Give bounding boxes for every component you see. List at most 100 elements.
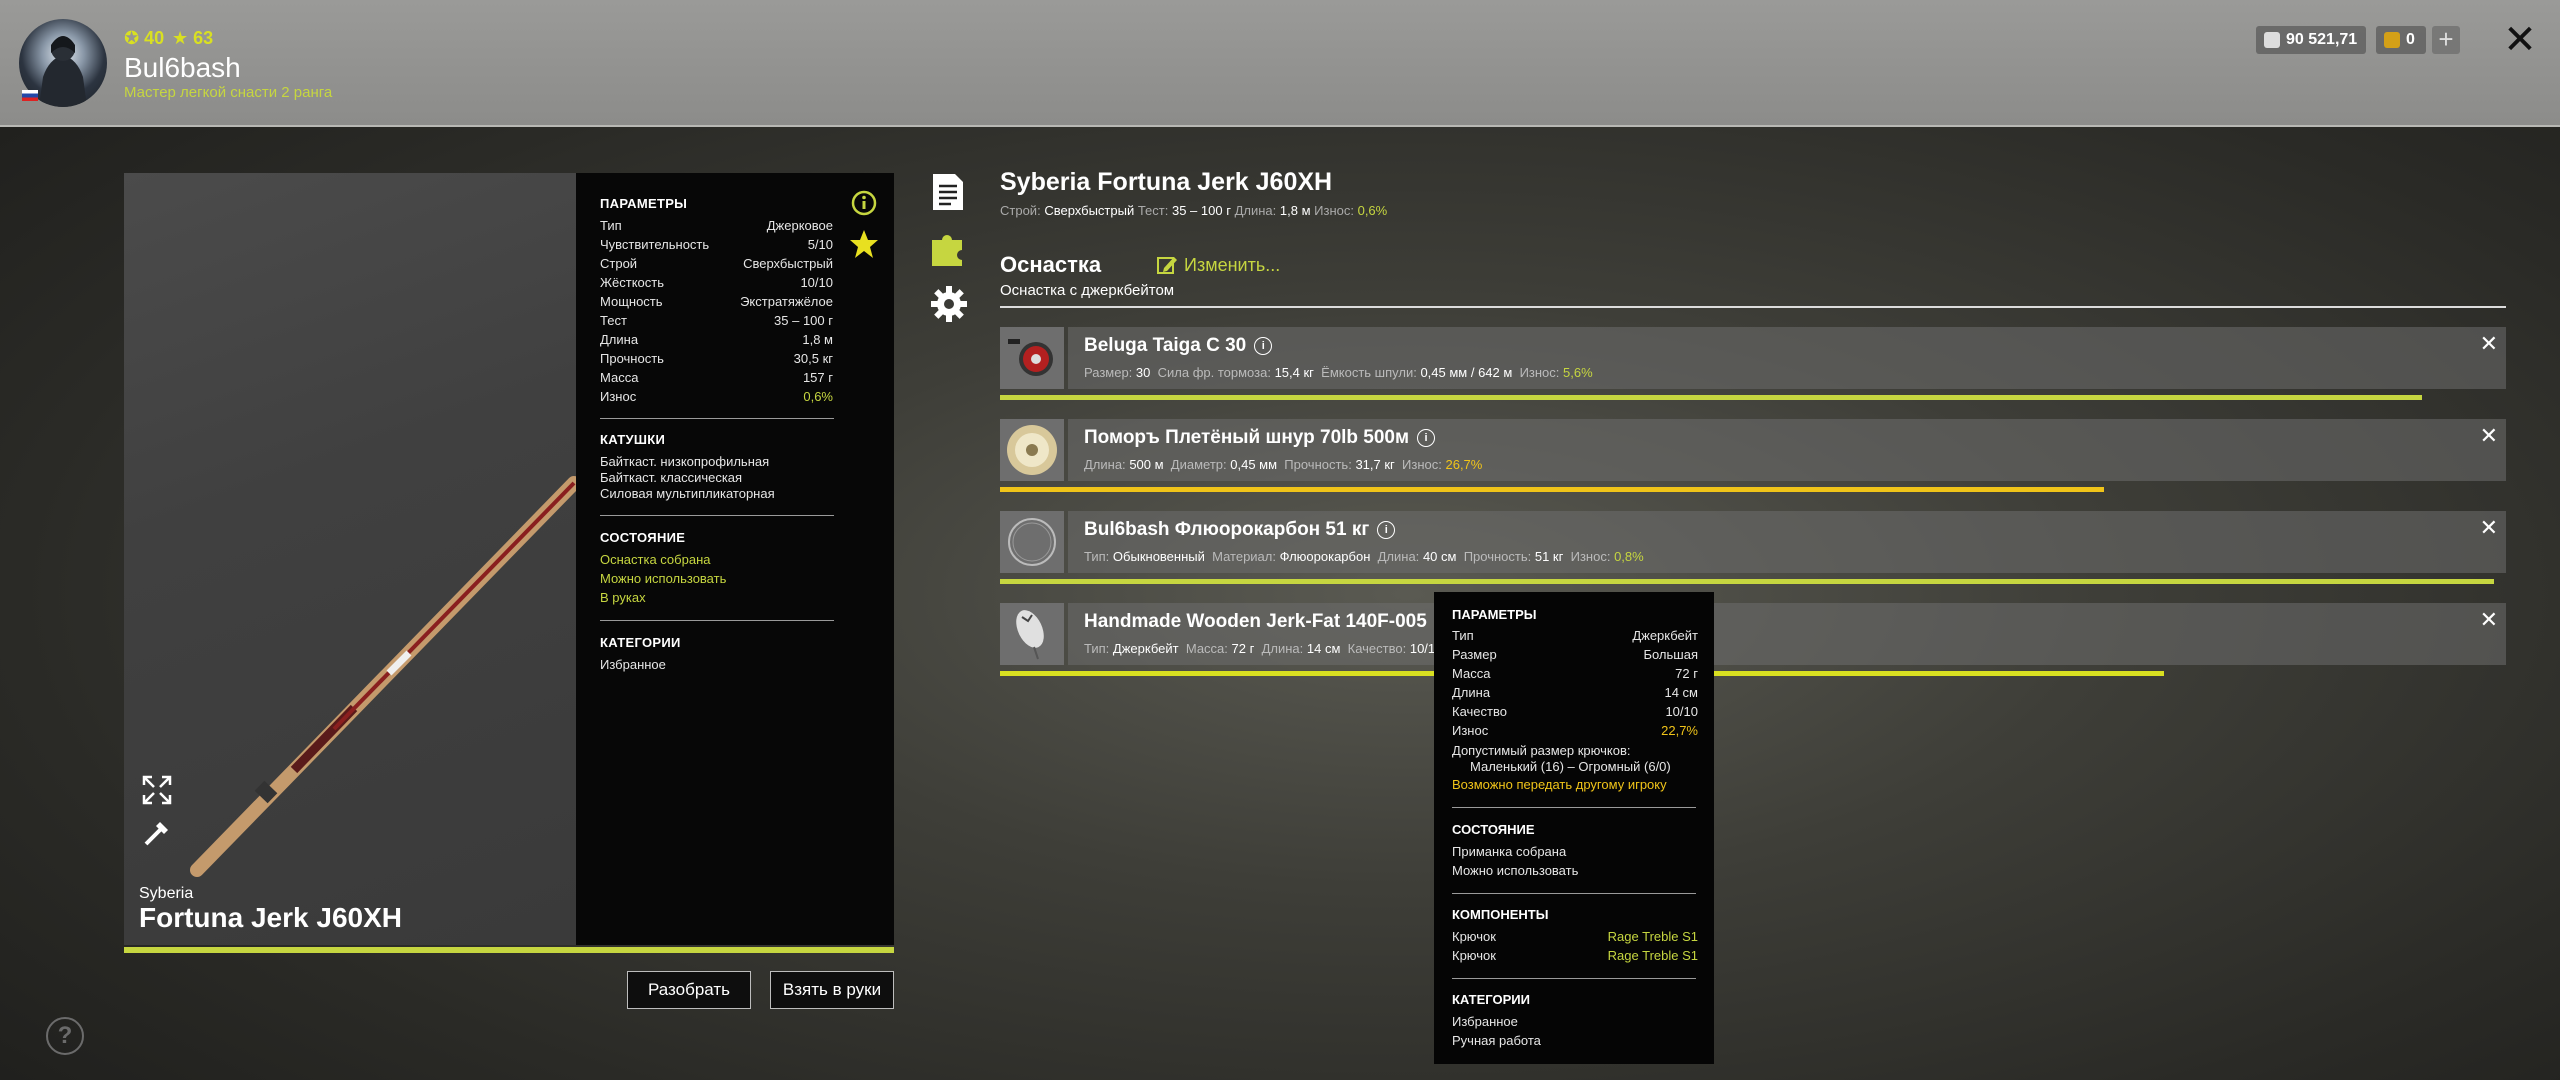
rigging-row-body[interactable]: Поморъ Плетёный шнур 70lb 500м i Длина: 50… xyxy=(1068,419,2506,481)
silver-value: 90 521,71 xyxy=(2286,31,2358,48)
param-value: 5/10 xyxy=(807,237,833,252)
info-icon[interactable]: i xyxy=(1417,429,1436,447)
repair-icon[interactable] xyxy=(140,816,174,850)
row-info-label: Прочность: xyxy=(1284,457,1352,472)
rigging-row[interactable]: Bul6bash Флюорокарбон 51 кг i Тип: Обыкнов… xyxy=(1000,511,2506,573)
take-in-hands-button[interactable]: Взять в руки xyxy=(770,971,894,1009)
param-value: 157 г xyxy=(802,370,833,385)
item-summary: Строй: Сверхбыстрый Тест: 35 – 100 г Дли… xyxy=(1000,203,1387,218)
row-title-text: Bul6bash Флюорокарбон 51 кг xyxy=(1084,519,1370,540)
rigging-row[interactable]: Beluga Taiga C 30 i Размер: 30 Сила фр. то… xyxy=(1000,327,2506,389)
close-button[interactable]: ✕ xyxy=(2500,20,2540,60)
rigging-row-body[interactable]: Bul6bash Флюорокарбон 51 кг i Тип: Обыкнов… xyxy=(1068,511,2506,573)
durability-bar xyxy=(1000,487,2506,492)
divider xyxy=(600,418,834,419)
info-icon[interactable]: i xyxy=(1377,521,1396,539)
item-title: Syberia Fortuna Jerk J60XH xyxy=(1000,168,1333,196)
settings-gear-icon[interactable] xyxy=(930,285,967,322)
silver-balance[interactable]: 90 521,71 xyxy=(2256,26,2366,54)
tooltip-param-label: Масса xyxy=(1452,666,1491,681)
param-value: 10/10 xyxy=(800,275,833,290)
flag-icon xyxy=(22,90,38,101)
rigging-row[interactable]: Поморъ Плетёный шнур 70lb 500м i Длина: 50… xyxy=(1000,419,2506,481)
row-info-value: 30 xyxy=(1135,365,1151,380)
state-item: В руках xyxy=(600,590,646,605)
rod-preview-panel[interactable] xyxy=(124,173,581,945)
description-icon[interactable] xyxy=(930,172,966,210)
line-thumbnail xyxy=(1000,419,1064,481)
tooltip-param-value: Большая xyxy=(1643,647,1698,662)
rigging-row-body[interactable]: Beluga Taiga C 30 i Размер: 30 Сила фр. то… xyxy=(1068,327,2506,389)
tooltip-category-item: Ручная работа xyxy=(1452,1033,1541,1048)
add-currency-button[interactable]: + xyxy=(2432,26,2460,54)
divider xyxy=(600,515,834,516)
row-wear-label: Износ: xyxy=(1519,365,1560,380)
divider xyxy=(1452,893,1696,894)
tooltip-param-label: Износ xyxy=(1452,723,1489,738)
remove-item-button[interactable]: ✕ xyxy=(2480,423,2498,449)
row-wear-label: Износ: xyxy=(1570,549,1611,564)
row-info-value: 0,45 мм / 642 м xyxy=(1420,365,1513,380)
favorite-star-icon[interactable] xyxy=(849,229,879,259)
disassemble-button[interactable]: Разобрать xyxy=(627,971,751,1009)
remove-item-button[interactable]: ✕ xyxy=(2480,331,2498,357)
info-icon[interactable] xyxy=(851,190,877,216)
row-info-value: 31,7 кг xyxy=(1355,457,1395,472)
rigging-row-body[interactable]: Handmade Wooden Jerk-Fat 140F-005i Тип: Д… xyxy=(1068,603,2506,665)
remove-item-button[interactable]: ✕ xyxy=(2480,515,2498,541)
level-icon: ✪ xyxy=(124,28,140,48)
tooltip-components-heading: КОМПОНЕНТЫ xyxy=(1452,907,1549,922)
tooltip-state-item: Приманка собрана xyxy=(1452,844,1567,859)
row-info-label: Сила фр. тормоза: xyxy=(1157,365,1271,380)
divider xyxy=(1452,978,1696,979)
remove-item-button[interactable]: ✕ xyxy=(2480,607,2498,633)
transfer-note: Возможно передать другому игроку xyxy=(1452,777,1667,792)
state-item: Оснастка собрана xyxy=(600,552,711,567)
summary-value: 0,6% xyxy=(1357,203,1388,218)
component-label: Крючок xyxy=(1452,929,1496,944)
info-icon[interactable]: i xyxy=(1254,337,1273,355)
fullscreen-icon[interactable] xyxy=(140,773,174,807)
durability-bar xyxy=(1000,579,2506,584)
row-info-label: Длина: xyxy=(1377,549,1420,564)
row-info-label: Размер: xyxy=(1084,365,1133,380)
summary-value: 1,8 м xyxy=(1279,203,1311,218)
rod-name: Fortuna Jerk J60XH xyxy=(139,902,402,933)
durability-bar-fill xyxy=(1000,395,2422,400)
component-value: Rage Treble S1 xyxy=(1607,929,1698,944)
row-wear-label: Износ: xyxy=(1402,457,1442,472)
row-title-text: Beluga Taiga C 30 xyxy=(1084,335,1247,356)
tooltip-param-value: 10/10 xyxy=(1665,704,1698,719)
param-value: 1,8 м xyxy=(802,332,833,347)
param-value: Экстратяжёлое xyxy=(740,294,833,309)
category-item: Избранное xyxy=(600,657,666,672)
rod-brand: Syberia xyxy=(139,885,194,902)
row-info-label: Диаметр: xyxy=(1170,457,1227,472)
row-info: Длина: 500 м Диаметр: 0,45 мм Прочность:… xyxy=(1084,457,1482,472)
row-info-value: Обыкновенный xyxy=(1112,549,1205,564)
state-item: Можно использовать xyxy=(600,571,727,586)
param-label: Масса xyxy=(600,370,639,385)
tooltip-param-label: Качество xyxy=(1452,704,1507,719)
reel-type: Силовая мультипликаторная xyxy=(600,486,775,501)
reel-type: Байткаст. классическая xyxy=(600,470,743,485)
param-label: Тип xyxy=(600,218,622,233)
tooltip-categories-heading: КАТЕГОРИИ xyxy=(1452,992,1530,1007)
edit-rigging-button[interactable]: Изменить... xyxy=(1156,254,1280,276)
row-info-value: Джеркбейт xyxy=(1112,641,1179,656)
leader-thumbnail xyxy=(1000,511,1064,573)
row-title: Поморъ Плетёный шнур 70lb 500м i xyxy=(1084,427,1436,449)
divider xyxy=(1452,807,1696,808)
rigging-title: Оснастка xyxy=(1000,252,1102,277)
gold-balance[interactable]: 0 xyxy=(2376,26,2426,54)
stars-stat: ★ 63 xyxy=(172,28,213,49)
rigging-row[interactable]: Handmade Wooden Jerk-Fat 140F-005i Тип: Д… xyxy=(1000,603,2506,665)
durability-bar-fill xyxy=(1000,487,2104,492)
tooltip-param-value: 14 см xyxy=(1664,685,1698,700)
help-button[interactable]: ? xyxy=(46,1017,84,1055)
row-info: Тип: Джеркбейт Масса: 72 г Длина: 14 см … xyxy=(1084,641,1450,656)
row-info-value: Флюорокарбон xyxy=(1279,549,1371,564)
row-info-value: 51 кг xyxy=(1534,549,1564,564)
row-info-label: Качество: xyxy=(1347,641,1407,656)
rigging-puzzle-icon[interactable] xyxy=(930,228,966,266)
